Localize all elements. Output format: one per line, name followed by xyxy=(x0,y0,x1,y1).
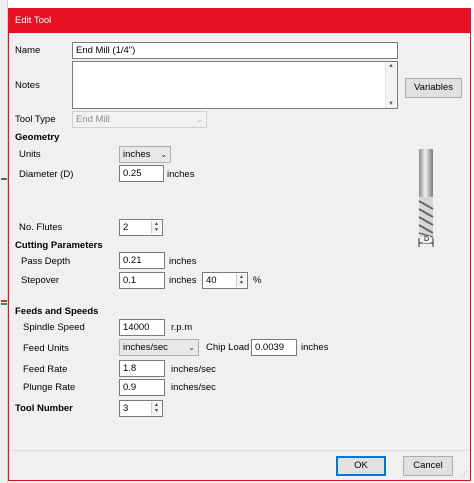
background-marker xyxy=(1,178,7,180)
dialog-footer: OK Cancel ⋰ xyxy=(9,450,470,480)
feed-rate-unit: inches/sec xyxy=(171,364,216,375)
notes-scrollbar[interactable]: ▲ ▼ xyxy=(385,62,397,108)
feed-rate-input[interactable]: 1.8 xyxy=(119,360,165,377)
spindle-speed-label: Spindle Speed xyxy=(23,322,85,333)
name-input[interactable]: End Mill (1/4") xyxy=(72,42,398,59)
flutes-label: No. Flutes xyxy=(19,222,63,233)
stepover-label: Stepover xyxy=(21,275,60,286)
scroll-up-icon[interactable]: ▲ xyxy=(388,63,394,69)
tool-number-spinner[interactable]: ▲ ▼ xyxy=(151,402,161,415)
feed-units-value: inches/sec xyxy=(123,342,168,353)
chip-load-label: Chip Load xyxy=(206,342,250,353)
plunge-rate-unit: inches/sec xyxy=(171,382,216,393)
stepover-unit: inches xyxy=(169,275,197,286)
background-app-strip xyxy=(0,0,8,483)
cutting-parameters-heading: Cutting Parameters xyxy=(15,240,103,251)
stepover-input[interactable]: 0.1 xyxy=(119,272,165,289)
pass-depth-label: Pass Depth xyxy=(21,256,71,267)
resize-grip-icon[interactable]: ⋰ xyxy=(461,470,468,478)
units-value: inches xyxy=(123,149,151,160)
diameter-diagram-label: D xyxy=(423,236,431,243)
chip-load-input[interactable]: 0.0039 xyxy=(251,339,297,356)
feed-units-label: Feed Units xyxy=(23,343,69,354)
notes-textarea[interactable]: ▲ ▼ xyxy=(72,61,398,109)
feed-units-select[interactable]: inches/sec ⌄ xyxy=(119,339,199,356)
tool-type-value: End Mill xyxy=(76,114,110,125)
spin-down-icon[interactable]: ▼ xyxy=(237,280,246,286)
edit-tool-dialog: Edit Tool Name End Mill (1/4") Notes ▲ ▼… xyxy=(8,8,471,481)
feed-rate-label: Feed Rate xyxy=(23,364,68,375)
flutes-value: 2 xyxy=(123,222,129,233)
ok-button[interactable]: OK xyxy=(336,456,386,476)
units-select[interactable]: inches ⌄ xyxy=(119,146,171,163)
background-marker xyxy=(1,300,7,302)
spin-down-icon[interactable]: ▼ xyxy=(152,227,161,233)
chevron-down-icon: ⌄ xyxy=(160,150,167,159)
chevron-down-icon: ⌄ xyxy=(196,115,203,124)
spindle-speed-unit: r.p.m xyxy=(171,322,193,333)
diameter-label: Diameter (D) xyxy=(19,169,74,180)
notes-label: Notes xyxy=(15,80,40,91)
pass-depth-input[interactable]: 0.21 xyxy=(119,252,165,269)
pass-depth-unit: inches xyxy=(169,256,197,267)
chevron-down-icon: ⌄ xyxy=(188,343,195,352)
geometry-heading: Geometry xyxy=(15,132,60,143)
tool-type-select: End Mill ⌄ xyxy=(72,111,207,128)
percent-sign: % xyxy=(253,275,262,286)
feeds-speeds-heading: Feeds and Speeds xyxy=(15,306,99,317)
tool-number-input[interactable]: 3 ▲ ▼ xyxy=(119,400,163,417)
chip-load-unit: inches xyxy=(301,342,329,353)
tool-number-heading: Tool Number xyxy=(15,403,73,414)
name-label: Name xyxy=(15,45,41,56)
plunge-rate-input[interactable]: 0.9 xyxy=(119,379,165,396)
stepover-percent-value: 40 xyxy=(206,275,217,286)
diameter-unit: inches xyxy=(167,169,195,180)
scroll-down-icon[interactable]: ▼ xyxy=(388,101,394,107)
stepover-percent-input[interactable]: 40 ▲ ▼ xyxy=(202,272,248,289)
cancel-button[interactable]: Cancel xyxy=(403,456,453,476)
plunge-rate-label: Plunge Rate xyxy=(23,382,76,393)
window-title: Edit Tool xyxy=(15,15,52,26)
variables-button[interactable]: Variables xyxy=(405,78,462,98)
background-marker xyxy=(1,303,7,305)
title-bar[interactable]: Edit Tool xyxy=(9,9,470,33)
flutes-spinner[interactable]: ▲ ▼ xyxy=(151,221,161,234)
units-label: Units xyxy=(19,149,41,160)
stepover-percent-spinner[interactable]: ▲ ▼ xyxy=(236,274,246,287)
diameter-input[interactable]: 0.25 xyxy=(119,165,164,182)
spindle-speed-input[interactable]: 14000 xyxy=(119,319,165,336)
spin-down-icon[interactable]: ▼ xyxy=(152,408,161,414)
tool-number-value: 3 xyxy=(123,403,129,414)
tool-type-label: Tool Type xyxy=(15,114,56,125)
flutes-input[interactable]: 2 ▲ ▼ xyxy=(119,219,163,236)
end-mill-shank xyxy=(419,149,433,197)
